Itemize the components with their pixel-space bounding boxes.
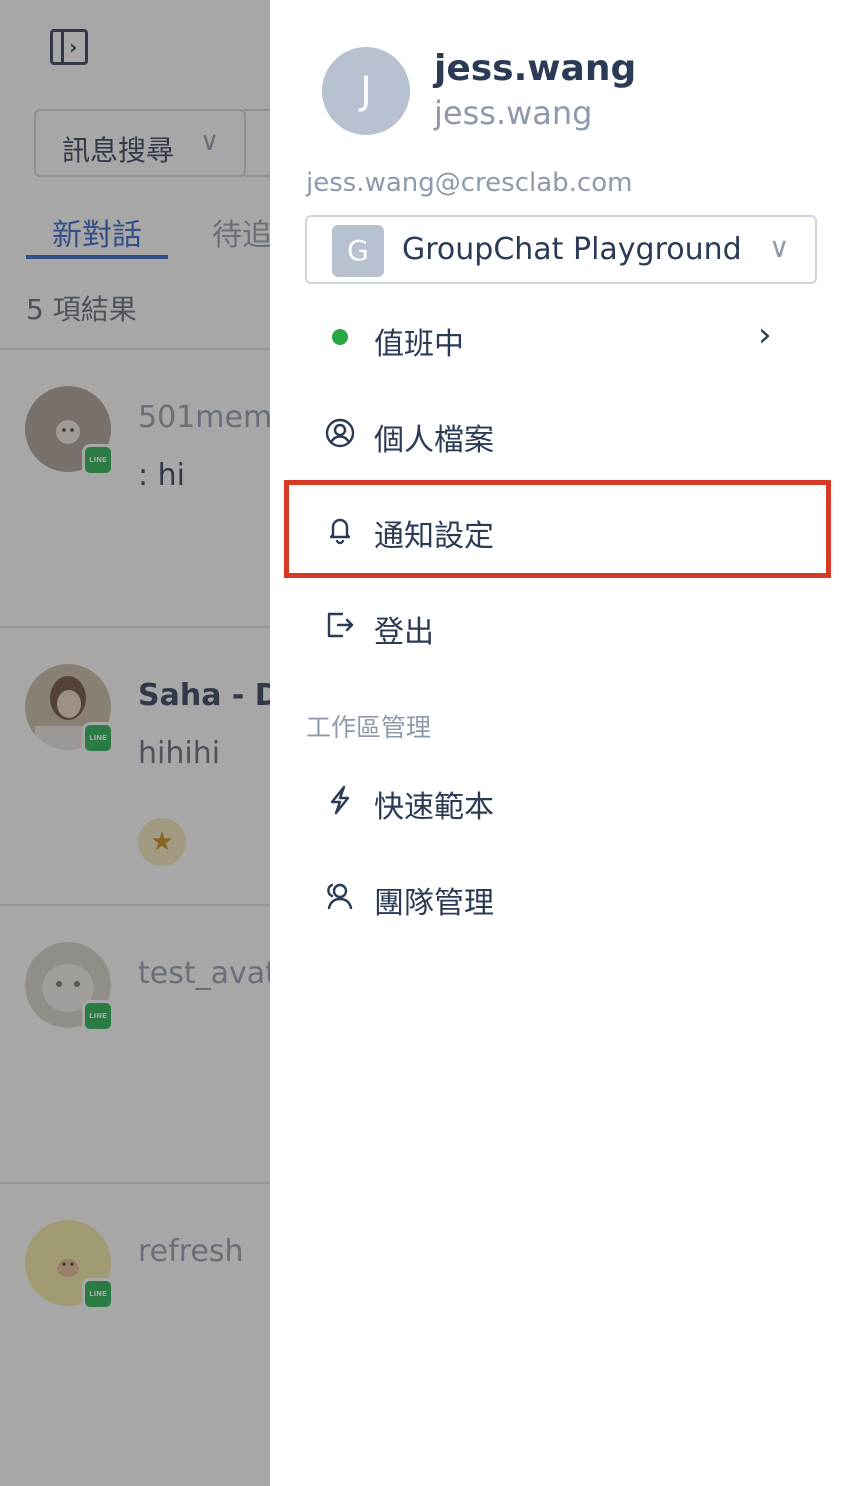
menu-item-logout[interactable]: 登出 [306, 593, 826, 657]
workspace-avatar: G [332, 225, 384, 277]
chevron-down-icon: ∨ [769, 231, 790, 264]
user-handle: jess.wang [434, 94, 593, 132]
chevron-right-icon: › [758, 315, 772, 355]
menu-item-team-management[interactable]: 團隊管理 [306, 864, 826, 928]
workspace-section-heading: 工作區管理 [306, 713, 432, 742]
lightning-icon [324, 784, 356, 816]
logout-icon [324, 609, 356, 641]
menu-item-label: 快速範本 [374, 790, 494, 825]
menu-item-label: 團隊管理 [374, 886, 494, 921]
user-circle-icon [324, 417, 356, 449]
highlight-annotation [284, 480, 831, 578]
workspace-name: GroupChat Playground [402, 232, 742, 267]
workspace-select[interactable]: G GroupChat Playground ∨ [305, 215, 817, 284]
menu-item-quick-templates[interactable]: 快速範本 [306, 768, 826, 832]
menu-item-profile[interactable]: 個人檔案 [306, 401, 826, 465]
user-menu-drawer: J jess.wang jess.wang jess.wang@cresclab… [270, 0, 850, 1486]
team-icon [324, 880, 356, 912]
user-name: jess.wang [434, 48, 637, 89]
user-email: jess.wang@cresclab.com [306, 168, 633, 198]
menu-item-status[interactable]: 值班中 › [306, 305, 826, 369]
avatar: J [322, 47, 410, 135]
menu-item-label: 值班中 [374, 327, 464, 362]
app-root: › 訊息搜尋 ∨ 新對話 待追 5 項結果 LINE 501meml : hi [0, 0, 850, 1486]
menu-item-label: 登出 [374, 615, 434, 650]
status-online-icon [332, 329, 348, 345]
menu-item-label: 個人檔案 [374, 423, 494, 458]
